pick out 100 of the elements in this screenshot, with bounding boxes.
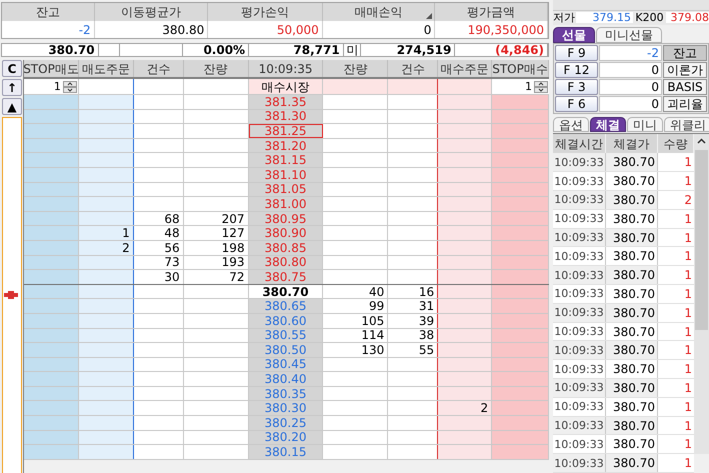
grid-cell[interactable]	[438, 372, 492, 386]
column-header: 건수	[134, 60, 184, 77]
grid-cell	[388, 153, 438, 167]
scroll-thumb[interactable]	[695, 150, 708, 330]
grid-cell[interactable]	[438, 270, 492, 284]
grid-cell[interactable]	[78, 299, 134, 313]
market-buy-button[interactable]: 매수시장	[248, 79, 324, 94]
tab[interactable]: 미니선물	[596, 26, 662, 43]
grid-cell[interactable]	[78, 256, 134, 270]
table-cell: 10:09:33	[553, 247, 606, 266]
tab[interactable]: 위클리	[664, 116, 709, 132]
grid-cell[interactable]	[438, 386, 492, 400]
contract-button[interactable]: F 3	[555, 78, 598, 95]
grid-cell[interactable]	[438, 240, 492, 255]
table-cell: 10:09:33	[553, 435, 606, 454]
grid-cell[interactable]	[78, 138, 134, 152]
view-button[interactable]: BASIS	[663, 78, 707, 95]
grid-cell[interactable]	[438, 256, 492, 270]
grid-cell[interactable]	[78, 430, 134, 444]
tab[interactable]: 선물	[553, 26, 595, 43]
grid-cell[interactable]	[78, 197, 134, 211]
grid-cell[interactable]	[438, 182, 492, 196]
tab[interactable]: 미니	[627, 116, 663, 132]
grid-cell[interactable]	[78, 358, 134, 372]
column-header: 매도주문	[79, 60, 134, 77]
grid-cell[interactable]	[438, 124, 492, 138]
grid-cell[interactable]	[78, 110, 134, 124]
contract-button[interactable]: F 12	[555, 62, 598, 78]
order-cell[interactable]: 1	[78, 226, 134, 240]
grid-cell[interactable]	[78, 212, 134, 226]
spinner-arrows-icon[interactable]	[62, 80, 77, 92]
view-button[interactable]: 괴리율	[663, 96, 707, 112]
summary-cell: 380.70	[2, 44, 99, 56]
grid-cell[interactable]	[78, 328, 134, 342]
grid-cell[interactable]	[438, 343, 492, 357]
table-cell: 1	[658, 266, 694, 284]
grid-cell[interactable]	[438, 416, 492, 430]
quantity-spinner[interactable]: 1	[492, 79, 549, 94]
grid-cell	[388, 168, 438, 182]
order-cell: 198	[184, 240, 249, 255]
grid-cell[interactable]	[78, 153, 134, 167]
grid-cell[interactable]	[78, 270, 134, 284]
table-cell: 0	[322, 21, 436, 38]
contract-button[interactable]: F 9	[555, 44, 598, 61]
grid-cell[interactable]	[438, 138, 492, 152]
scrollbar[interactable]	[694, 134, 709, 454]
grid-cell[interactable]	[78, 284, 134, 298]
grid-cell[interactable]	[78, 182, 134, 196]
grid-cell	[388, 95, 438, 109]
grid-cell[interactable]	[438, 299, 492, 313]
grid-cell[interactable]	[78, 343, 134, 357]
table-cell: 1	[658, 341, 694, 360]
grid-cell[interactable]	[438, 445, 492, 459]
grid-cell[interactable]	[438, 430, 492, 444]
order-cell[interactable]: 2	[438, 401, 492, 416]
side-button[interactable]: ↑	[2, 79, 22, 96]
grid-cell	[388, 110, 438, 124]
grid-cell[interactable]	[78, 372, 134, 386]
grid-cell[interactable]	[78, 445, 134, 459]
grid-cell[interactable]	[78, 314, 134, 328]
table-cell: 10:09:33	[553, 416, 606, 434]
view-button[interactable]: 이론가	[663, 62, 707, 78]
grid-cell[interactable]	[78, 401, 134, 416]
view-button[interactable]: 잔고	[663, 44, 707, 61]
grid-cell[interactable]	[438, 358, 492, 372]
grid-cell	[388, 226, 438, 240]
grid-cell[interactable]	[78, 386, 134, 400]
index-value: 379.08	[666, 12, 709, 24]
side-button[interactable]: ▲	[2, 98, 22, 115]
side-button[interactable]: C	[2, 60, 22, 77]
column-header: 평가손익	[208, 3, 323, 21]
grid-cell[interactable]	[78, 416, 134, 430]
grid-cell[interactable]	[78, 95, 134, 109]
grid-cell[interactable]	[438, 328, 492, 342]
column-header: 잔고	[2, 3, 95, 21]
grid-cell[interactable]	[438, 197, 492, 211]
grid-cell[interactable]	[78, 124, 134, 138]
quantity-spinner[interactable]: 1	[24, 79, 78, 94]
summary-cell: 미	[344, 44, 361, 56]
grid-cell[interactable]	[438, 284, 492, 298]
table-cell: 10:09:33	[553, 266, 606, 284]
grid-cell	[388, 79, 438, 94]
spinner-arrows-icon[interactable]	[534, 80, 548, 92]
column-header: 매수주문	[438, 60, 492, 77]
grid-cell[interactable]	[438, 212, 492, 226]
tab[interactable]: 체결	[590, 116, 626, 132]
table-cell: 190,350,000	[435, 21, 548, 38]
price-cell[interactable]: 380.70	[248, 284, 324, 298]
contract-value: 0	[599, 96, 662, 112]
grid-cell[interactable]	[438, 226, 492, 240]
grid-cell[interactable]	[438, 95, 492, 109]
grid-cell[interactable]	[438, 110, 492, 124]
grid-cell[interactable]	[78, 168, 134, 182]
grid-cell[interactable]	[438, 153, 492, 167]
contract-button[interactable]: F 6	[555, 96, 598, 112]
order-cell[interactable]: 2	[78, 240, 134, 255]
grid-cell[interactable]	[438, 168, 492, 182]
grid-cell[interactable]	[438, 314, 492, 328]
corner-triangle-icon	[426, 13, 432, 19]
tab[interactable]: 옵션	[553, 116, 589, 132]
